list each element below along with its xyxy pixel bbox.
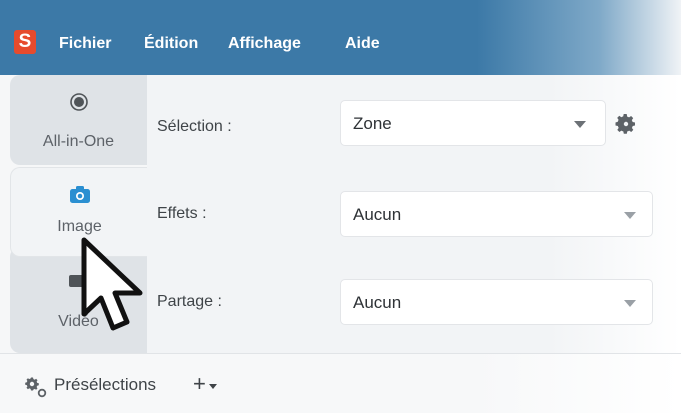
menu-affichage[interactable]: Affichage (228, 34, 301, 54)
add-preset-button[interactable]: + (193, 371, 225, 396)
tab-all-in-one-label: All-in-One (42, 133, 115, 150)
capture-settings-panel: Sélection : Zone Effets : Aucun Partage … (147, 75, 681, 353)
menu-aide[interactable]: Aide (345, 34, 380, 54)
chevron-down-icon (574, 121, 586, 128)
tab-image-label: Image (57, 218, 102, 235)
selection-dropdown[interactable]: Zone (340, 100, 606, 146)
chevron-down-icon (624, 300, 636, 307)
selection-value: Zone (353, 114, 392, 133)
chevron-down-icon (209, 384, 217, 389)
sharing-value: Aucun (353, 293, 402, 312)
presets-bar: Présélections + (0, 353, 681, 413)
add-preset-label: + (193, 371, 206, 396)
presets-gear-icon (25, 377, 47, 398)
effects-label: Effets : (157, 205, 207, 222)
app-logo: S (14, 30, 36, 54)
menu-edition[interactable]: Édition (144, 34, 198, 54)
menu-bar: S Fichier Édition Affichage Aide (0, 0, 681, 75)
menu-fichier[interactable]: Fichier (59, 34, 111, 54)
effects-dropdown[interactable]: Aucun (340, 191, 653, 237)
gear-icon[interactable] (614, 112, 638, 136)
camera-icon (70, 186, 90, 203)
tab-all-in-one[interactable]: All-in-One (10, 75, 147, 165)
mouse-pointer-icon (81, 237, 143, 331)
snagit-capture-window: S Fichier Édition Affichage Aide All-in-… (0, 0, 681, 413)
selection-label: Sélection : (157, 118, 232, 135)
effects-value: Aucun (353, 205, 402, 224)
chevron-down-icon (624, 212, 636, 219)
sharing-dropdown[interactable]: Aucun (340, 279, 653, 325)
radio-record-icon (70, 93, 88, 111)
presets-label: Présélections (54, 375, 157, 394)
sharing-label: Partage : (157, 293, 222, 310)
